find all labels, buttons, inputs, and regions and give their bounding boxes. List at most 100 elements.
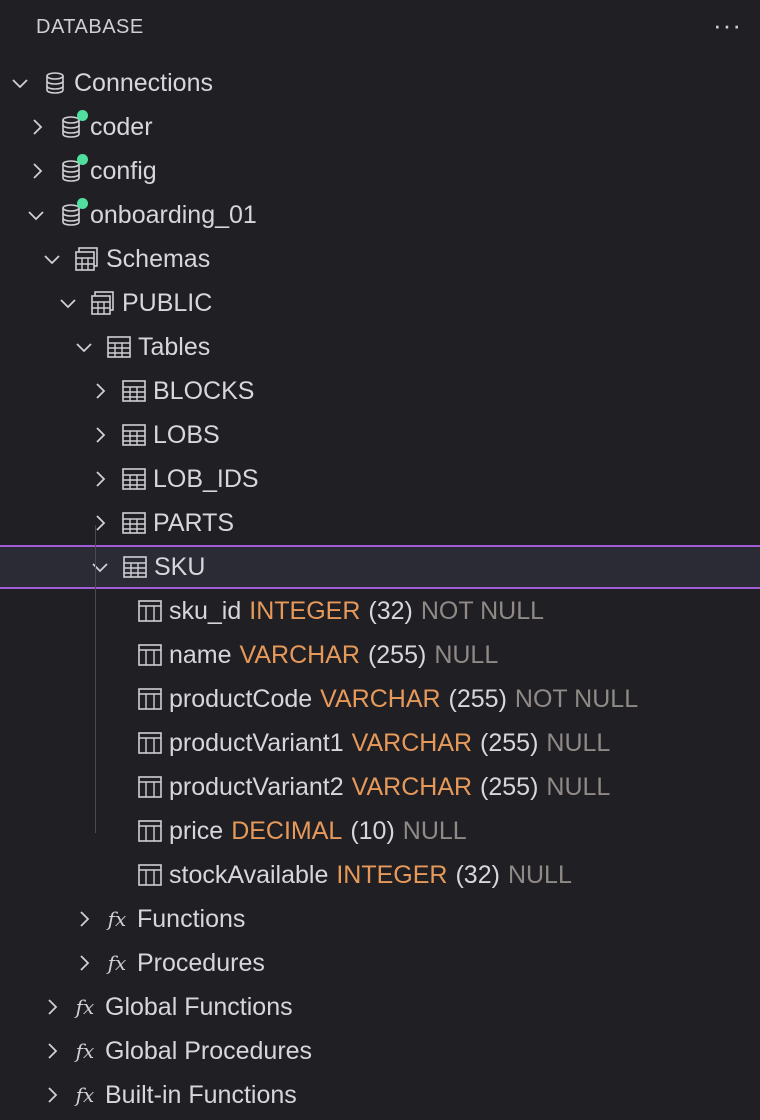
column-length: (32) <box>455 860 500 889</box>
table-icon <box>121 510 147 536</box>
tree-item-table-lob-ids[interactable]: LOB_IDS <box>0 457 760 501</box>
chevron-down-icon <box>44 255 60 265</box>
tree-item-tables[interactable]: Tables <box>0 325 760 369</box>
column-name: stockAvailable <box>169 860 329 889</box>
column-name: sku_id <box>169 596 242 625</box>
column-nullability: NULL <box>546 772 611 801</box>
function-icon: fx <box>75 1083 95 1107</box>
column-type: VARCHAR <box>351 728 473 757</box>
chevron-right-icon <box>96 515 106 531</box>
tree-item-table-sku[interactable]: SKU <box>0 545 760 589</box>
column-name: name <box>169 640 232 669</box>
column-length: (255) <box>480 728 539 757</box>
schema-icon <box>74 246 100 272</box>
chevron-down-icon <box>92 563 108 573</box>
column-type: INTEGER <box>336 860 448 889</box>
tree-item-builtin-functions[interactable]: fx Built-in Functions <box>0 1073 760 1117</box>
tree-item-table-blocks[interactable]: BLOCKS <box>0 369 760 413</box>
column-length: (32) <box>368 596 413 625</box>
procedure-icon: fx <box>107 951 127 975</box>
tree-item-label: BLOCKS <box>153 376 255 405</box>
tree-item-procedures[interactable]: fx Procedures <box>0 941 760 985</box>
column-row-stock-available[interactable]: stockAvailable INTEGER (32) NULL <box>0 853 760 897</box>
column-type: INTEGER <box>249 596 361 625</box>
column-type: DECIMAL <box>231 816 343 845</box>
connected-status-dot <box>77 198 88 209</box>
column-row-sku-id[interactable]: sku_id INTEGER (32) NOT NULL <box>0 589 760 633</box>
chevron-down-icon <box>12 79 28 89</box>
column-nullability: NOT NULL <box>420 596 545 625</box>
column-icon <box>137 686 163 712</box>
chevron-right-icon <box>80 911 90 927</box>
column-nullability: NULL <box>434 640 499 669</box>
table-icon <box>122 554 148 580</box>
tree-item-label: config <box>90 156 157 185</box>
column-row-product-variant1[interactable]: productVariant1 VARCHAR (255) NULL <box>0 721 760 765</box>
panel-title: DATABASE <box>36 16 144 38</box>
chevron-right-icon <box>48 1043 58 1059</box>
tree-item-label: coder <box>90 112 153 141</box>
column-name: productVariant2 <box>169 772 344 801</box>
column-row-price[interactable]: price DECIMAL (10) NULL <box>0 809 760 853</box>
column-row-name[interactable]: name VARCHAR (255) NULL <box>0 633 760 677</box>
column-length: (255) <box>367 640 427 669</box>
chevron-right-icon <box>96 471 106 487</box>
column-icon <box>137 642 163 668</box>
database-connected-icon <box>58 110 88 140</box>
tree-item-table-parts[interactable]: PARTS <box>0 501 760 545</box>
database-connected-icon <box>58 198 88 228</box>
chevron-right-icon <box>33 163 43 179</box>
tree-item-global-procedures[interactable]: fx Global Procedures <box>0 1029 760 1073</box>
tree-item-label: Global Procedures <box>105 1036 313 1065</box>
column-name: productCode <box>169 684 313 713</box>
chevron-down-icon <box>60 299 76 309</box>
column-nullability: NULL <box>507 860 572 889</box>
chevron-right-icon <box>96 383 106 399</box>
tree-item-config[interactable]: config <box>0 149 760 193</box>
column-nullability: NOT NULL <box>514 684 639 713</box>
tree-item-onboarding-01[interactable]: onboarding_01 <box>0 193 760 237</box>
database-icon <box>42 70 68 96</box>
tree-item-label: SKU <box>154 552 206 581</box>
column-icon <box>137 818 163 844</box>
function-icon: fx <box>107 907 127 931</box>
column-nullability: NULL <box>546 728 611 757</box>
column-type: VARCHAR <box>239 640 360 669</box>
column-row-product-code[interactable]: productCode VARCHAR (255) NOT NULL <box>0 677 760 721</box>
tree-item-global-functions[interactable]: fx Global Functions <box>0 985 760 1029</box>
chevron-right-icon <box>48 999 58 1015</box>
tree-item-label: Global Functions <box>105 992 293 1021</box>
tree-item-connections[interactable]: Connections <box>0 61 760 105</box>
table-icon <box>106 334 132 360</box>
tree-item-label: LOBS <box>153 420 220 449</box>
table-icon <box>121 378 147 404</box>
column-type: VARCHAR <box>351 772 473 801</box>
column-icon <box>137 774 163 800</box>
tree-item-table-lobs[interactable]: LOBS <box>0 413 760 457</box>
tree-item-schemas[interactable]: Schemas <box>0 237 760 281</box>
function-icon: fx <box>75 995 95 1019</box>
schema-icon <box>90 290 116 316</box>
table-icon <box>121 422 147 448</box>
tree-item-label: Functions <box>137 904 246 933</box>
column-row-product-variant2[interactable]: productVariant2 VARCHAR (255) NULL <box>0 765 760 809</box>
tree-item-label: LOB_IDS <box>153 464 259 493</box>
column-length: (10) <box>350 816 395 845</box>
column-length: (255) <box>480 772 539 801</box>
tree-item-label: Tables <box>138 332 211 361</box>
column-nullability: NULL <box>402 816 467 845</box>
tree-item-label: Schemas <box>106 244 211 273</box>
database-connected-icon <box>58 154 88 184</box>
chevron-down-icon <box>76 343 92 353</box>
more-actions-icon[interactable]: ··· <box>713 10 742 41</box>
column-length: (255) <box>448 684 507 713</box>
panel-header: DATABASE ··· <box>0 0 760 58</box>
tree-item-label: PARTS <box>153 508 235 537</box>
tree-item-label: Built-in Functions <box>105 1080 297 1109</box>
database-tree: Connections coder config onboarding_01 S… <box>0 61 760 1117</box>
tree-item-functions[interactable]: fx Functions <box>0 897 760 941</box>
tree-item-public[interactable]: PUBLIC <box>0 281 760 325</box>
tree-item-coder[interactable]: coder <box>0 105 760 149</box>
chevron-right-icon <box>80 955 90 971</box>
tree-item-label: onboarding_01 <box>90 200 257 229</box>
